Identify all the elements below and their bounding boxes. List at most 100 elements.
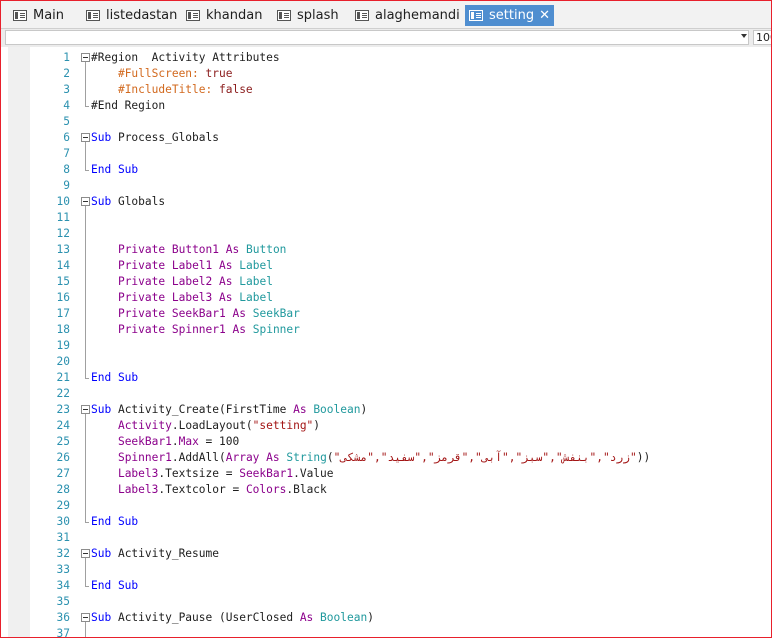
tab-alaghemandi[interactable]: alaghemandi: [355, 5, 460, 26]
tab-bar: Main listedastan khandan splash alaghema…: [1, 1, 771, 28]
collapse-icon[interactable]: [81, 133, 90, 142]
code-line[interactable]: 7: [1, 146, 771, 162]
code-line[interactable]: 35: [1, 594, 771, 610]
code-line[interactable]: 19: [1, 338, 771, 354]
line-number: 3: [63, 83, 70, 96]
code-line[interactable]: 3 #IncludeTitle: false: [1, 82, 771, 98]
code-text: Sub Activity_Resume: [91, 546, 219, 562]
collapse-icon[interactable]: [81, 405, 90, 414]
line-number: 2: [63, 67, 70, 80]
module-icon: [186, 10, 200, 21]
code-line[interactable]: 9: [1, 178, 771, 194]
code-token: As: [293, 403, 307, 416]
code-token: End Sub: [91, 371, 139, 384]
module-dropdown[interactable]: [5, 30, 749, 45]
line-number: 13: [56, 243, 70, 256]
code-token: Sub: [91, 611, 112, 624]
code-line[interactable]: 33: [1, 562, 771, 578]
code-token: End Sub: [91, 163, 139, 176]
code-line[interactable]: 21 End Sub: [1, 370, 771, 386]
code-text: Private Label2 As Label: [91, 274, 273, 290]
tab-splash[interactable]: splash: [277, 5, 339, 26]
code-line[interactable]: 16 Private Label3 As Label: [1, 290, 771, 306]
code-token: Boolean: [313, 403, 361, 416]
fold-guide: [85, 82, 86, 98]
line-number: 20: [56, 355, 70, 368]
code-token: Activity: [117, 419, 172, 432]
code-text: Sub Globals: [91, 194, 165, 210]
code-line[interactable]: 15 Private Label2 As Label: [1, 274, 771, 290]
code-line[interactable]: 37: [1, 626, 771, 637]
code-line[interactable]: 28 Label3.Textcolor = Colors.Black: [1, 482, 771, 498]
tab-label: Main: [33, 8, 65, 23]
code-line[interactable]: 2 #FullScreen: true: [1, 66, 771, 82]
code-line[interactable]: 22: [1, 386, 771, 402]
ide-window: Main listedastan khandan splash alaghema…: [0, 0, 772, 638]
zoom-level[interactable]: 100: [753, 30, 771, 45]
code-token: Button: [246, 243, 287, 256]
tab-main[interactable]: Main: [13, 5, 64, 26]
collapse-icon[interactable]: [81, 53, 90, 62]
chevron-down-icon[interactable]: [741, 34, 747, 38]
tab-listedastan[interactable]: listedastan: [86, 5, 177, 26]
code-line[interactable]: 14 Private Label1 As Label: [1, 258, 771, 274]
tab-label: splash: [297, 8, 339, 23]
line-number: 33: [56, 563, 70, 576]
code-token: Label3: [117, 467, 159, 480]
close-icon[interactable]: ✕: [539, 9, 550, 22]
code-token: As: [219, 291, 233, 304]
code-line[interactable]: 34 End Sub: [1, 578, 771, 594]
collapse-icon[interactable]: [81, 549, 90, 558]
code-line[interactable]: 36 Sub Activity_Pause (UserClosed As Bool…: [1, 610, 771, 626]
code-text: #FullScreen: true: [91, 66, 233, 82]
tab-setting[interactable]: setting ✕: [465, 5, 554, 26]
code-text: End Sub: [91, 514, 138, 530]
code-line[interactable]: 31: [1, 530, 771, 546]
fold-guide: [85, 210, 86, 226]
code-line[interactable]: 20: [1, 354, 771, 370]
code-line[interactable]: 30 End Sub: [1, 514, 771, 530]
code-line[interactable]: 18 Private Spinner1 As Spinner: [1, 322, 771, 338]
line-number: 16: [56, 291, 70, 304]
code-token: SeekBar1: [117, 435, 172, 448]
code-line[interactable]: 5: [1, 114, 771, 130]
code-line[interactable]: 1 #Region Activity Attributes: [1, 50, 771, 66]
code-line[interactable]: 32 Sub Activity_Resume: [1, 546, 771, 562]
code-line[interactable]: 4 #End Region: [1, 98, 771, 114]
line-number: 31: [56, 531, 70, 544]
code-line[interactable]: 6 Sub Process_Globals: [1, 130, 771, 146]
code-line[interactable]: 24 Activity.LoadLayout("setting"): [1, 418, 771, 434]
code-line[interactable]: 23 Sub Activity_Create(FirstTime As Boole…: [1, 402, 771, 418]
code-line[interactable]: 25 SeekBar1.Max = 100: [1, 434, 771, 450]
code-editor[interactable]: 1 #Region Activity Attributes 2 #FullScree…: [1, 47, 771, 637]
line-number: 14: [56, 259, 70, 272]
line-number: 4: [63, 99, 70, 112]
code-token: .Textsize =: [158, 467, 240, 480]
collapse-icon[interactable]: [81, 613, 90, 622]
code-token: Process_Globals: [111, 131, 219, 144]
code-line[interactable]: 17 Private SeekBar1 As SeekBar: [1, 306, 771, 322]
code-token: Max: [178, 435, 199, 448]
code-line[interactable]: 29: [1, 498, 771, 514]
code-line[interactable]: 26 Spinner1.AddAll(Array As String("زرد"…: [1, 450, 771, 466]
tab-khandan[interactable]: khandan: [186, 5, 262, 26]
code-line[interactable]: 12: [1, 226, 771, 242]
code-line[interactable]: 10 Sub Globals: [1, 194, 771, 210]
code-line[interactable]: 8 End Sub: [1, 162, 771, 178]
fold-guide-end: [85, 370, 89, 379]
code-line[interactable]: 11: [1, 210, 771, 226]
collapse-icon[interactable]: [81, 197, 90, 206]
code-token: As: [232, 307, 246, 320]
code-token: Globals: [111, 195, 166, 208]
code-token: (: [326, 451, 334, 464]
line-number: 19: [56, 339, 70, 352]
code-text: Sub Process_Globals: [91, 130, 219, 146]
code-line[interactable]: 27 Label3.Textsize = SeekBar1.Value: [1, 466, 771, 482]
code-line[interactable]: 13 Private Button1 As Button: [1, 242, 771, 258]
line-number: 35: [56, 595, 70, 608]
